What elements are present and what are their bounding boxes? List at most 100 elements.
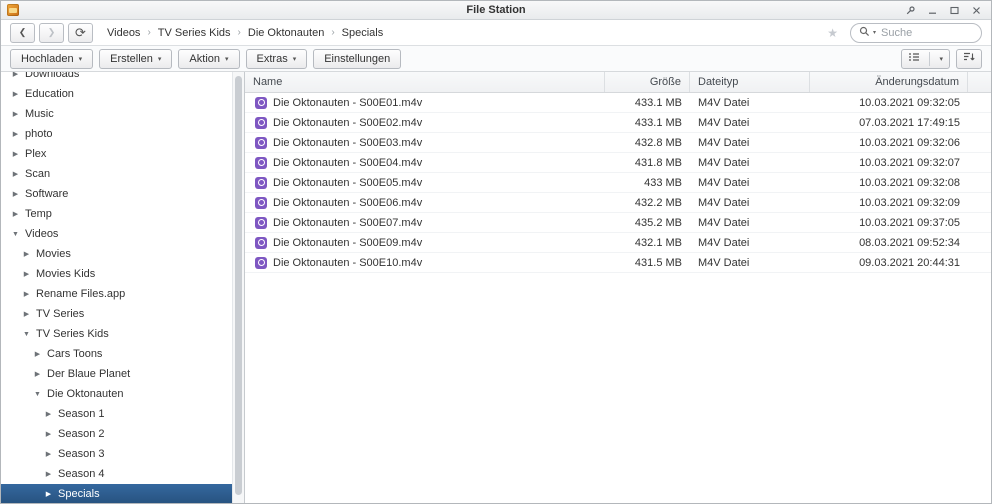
expand-triangle-icon[interactable]: ▶ [11, 211, 20, 218]
file-list: Die Oktonauten - S00E01.m4v 433.1 MB M4V D… [245, 93, 991, 503]
file-size: 433.1 MB [634, 96, 682, 109]
expand-triangle-icon[interactable]: ▶ [33, 371, 42, 378]
view-mode-button[interactable]: ▾ [901, 48, 950, 69]
collapse-triangle-icon[interactable]: ▼ [33, 391, 42, 398]
file-row[interactable]: Die Oktonauten - S00E06.m4v 432.2 MB M4V D… [245, 193, 991, 213]
sidebar-item-die-oktonauten[interactable]: ▼ Die Oktonauten [1, 384, 232, 404]
breadcrumb-item-die-oktonauten[interactable]: Die Oktonauten [248, 27, 324, 39]
expand-triangle-icon[interactable]: ▶ [44, 451, 53, 458]
sidebar-item-specials[interactable]: ▶ Specials [1, 484, 232, 503]
expand-triangle-icon[interactable]: ▶ [44, 431, 53, 438]
aktion-button[interactable]: Aktion ▾ [178, 48, 240, 69]
expand-triangle-icon[interactable]: ▶ [11, 191, 20, 198]
expand-triangle-icon[interactable]: ▶ [11, 72, 20, 78]
sidebar-item-music[interactable]: ▶ Music [1, 104, 232, 124]
search-input[interactable] [879, 25, 973, 40]
file-row[interactable]: Die Oktonauten - S00E10.m4v 431.5 MB M4V D… [245, 253, 991, 273]
einstellungen-button[interactable]: Einstellungen [313, 48, 402, 69]
file-row[interactable]: Die Oktonauten - S00E07.m4v 435.2 MB M4V D… [245, 213, 991, 233]
favorite-star-icon[interactable]: ★ [827, 27, 838, 39]
sidebar-scrollbar-thumb[interactable] [235, 76, 242, 495]
file-name-cell: Die Oktonauten - S00E09.m4v [245, 236, 605, 249]
sidebar-item-cars-toons[interactable]: ▶ Cars Toons [1, 344, 232, 364]
sidebar-scrollbar[interactable] [232, 72, 244, 503]
expand-triangle-icon[interactable]: ▶ [11, 131, 20, 138]
file-row[interactable]: Die Oktonauten - S00E01.m4v 433.1 MB M4V D… [245, 93, 991, 113]
column-header-modified[interactable]: Änderungsdatum [810, 72, 968, 92]
expand-triangle-icon[interactable]: ▶ [11, 171, 20, 178]
file-row[interactable]: Die Oktonauten - S00E09.m4v 432.1 MB M4V D… [245, 233, 991, 253]
collapse-triangle-icon[interactable]: ▼ [11, 231, 20, 238]
expand-triangle-icon[interactable]: ▶ [11, 91, 20, 98]
file-name: Die Oktonauten - S00E07.m4v [273, 216, 423, 229]
expand-triangle-icon[interactable]: ▶ [44, 491, 53, 498]
forward-button[interactable]: ❯ [39, 22, 64, 43]
maximize-icon[interactable] [949, 5, 960, 16]
file-row[interactable]: Die Oktonauten - S00E05.m4v 433 MB M4V Dat… [245, 173, 991, 193]
expand-triangle-icon[interactable]: ▶ [44, 471, 53, 478]
sort-button[interactable] [956, 48, 982, 69]
sidebar-item-label: Specials [58, 488, 100, 500]
expand-triangle-icon[interactable]: ▶ [22, 271, 31, 278]
sidebar-item-season-3[interactable]: ▶ Season 3 [1, 444, 232, 464]
button-label: Einstellungen [324, 52, 391, 65]
hochladen-button[interactable]: Hochladen ▾ [10, 48, 94, 69]
video-file-icon [255, 236, 267, 249]
sidebar-item-movies-kids[interactable]: ▶ Movies Kids [1, 264, 232, 284]
search-box[interactable]: ▾ [850, 22, 982, 43]
sidebar-item-label: Software [25, 188, 69, 200]
sidebar-item-season-4[interactable]: ▶ Season 4 [1, 464, 232, 484]
expand-triangle-icon[interactable]: ▶ [22, 251, 31, 258]
close-icon[interactable] [971, 5, 982, 16]
sidebar-item-movies[interactable]: ▶ Movies [1, 244, 232, 264]
file-name-cell: Die Oktonauten - S00E06.m4v [245, 196, 605, 209]
file-type: M4V Datei [698, 116, 750, 129]
pin-icon[interactable] [905, 5, 916, 16]
sidebar-item-season-1[interactable]: ▶ Season 1 [1, 404, 232, 424]
search-scope-caret-icon[interactable]: ▾ [873, 29, 876, 36]
sidebar-item-education[interactable]: ▶ Education [1, 84, 232, 104]
video-file-icon [255, 116, 267, 129]
sidebar-item-photo[interactable]: ▶ photo [1, 124, 232, 144]
file-name: Die Oktonauten - S00E01.m4v [273, 96, 423, 109]
breadcrumb-separator-icon: › [147, 27, 151, 38]
expand-triangle-icon[interactable]: ▶ [33, 351, 42, 358]
file-type: M4V Datei [698, 96, 750, 109]
back-button[interactable]: ❮ [10, 22, 35, 43]
sidebar-item-software[interactable]: ▶ Software [1, 184, 232, 204]
column-header-filetype[interactable]: Dateityp [690, 72, 810, 92]
sidebar-item-tv-series-kids[interactable]: ▼ TV Series Kids [1, 324, 232, 344]
minimize-icon[interactable] [927, 5, 938, 16]
search-icon[interactable] [859, 26, 870, 40]
breadcrumb-item-videos[interactable]: Videos [107, 27, 140, 39]
sidebar-item-season-2[interactable]: ▶ Season 2 [1, 424, 232, 444]
expand-triangle-icon[interactable]: ▶ [22, 311, 31, 318]
expand-triangle-icon[interactable]: ▶ [44, 411, 53, 418]
column-header-size[interactable]: Größe [605, 72, 690, 92]
file-row[interactable]: Die Oktonauten - S00E02.m4v 433.1 MB M4V D… [245, 113, 991, 133]
sidebar-item-rename-files-app[interactable]: ▶ Rename Files.app [1, 284, 232, 304]
collapse-triangle-icon[interactable]: ▼ [22, 331, 31, 338]
sidebar-item-tv-series[interactable]: ▶ TV Series [1, 304, 232, 324]
column-header-name[interactable]: Name [245, 72, 605, 92]
sidebar-item-videos[interactable]: ▼ Videos [1, 224, 232, 244]
erstellen-button[interactable]: Erstellen ▾ [99, 48, 173, 69]
extras-button[interactable]: Extras ▾ [245, 48, 308, 69]
sidebar-item-der-blaue-planet[interactable]: ▶ Der Blaue Planet [1, 364, 232, 384]
sidebar-item-plex[interactable]: ▶ Plex [1, 144, 232, 164]
toolbar: Hochladen ▾ Erstellen ▾ Aktion ▾ Extras ▾ Einste… [1, 46, 991, 72]
file-row[interactable]: Die Oktonauten - S00E03.m4v 432.8 MB M4V D… [245, 133, 991, 153]
breadcrumb-separator-icon: › [331, 27, 335, 38]
breadcrumb-item-specials[interactable]: Specials [342, 27, 384, 39]
expand-triangle-icon[interactable]: ▶ [11, 151, 20, 158]
file-row[interactable]: Die Oktonauten - S00E04.m4v 431.8 MB M4V D… [245, 153, 991, 173]
expand-triangle-icon[interactable]: ▶ [22, 291, 31, 298]
refresh-button[interactable]: ⟳ [68, 22, 93, 43]
sidebar-item-downloads[interactable]: ▶ Downloads [1, 72, 232, 84]
file-modified-date: 09.03.2021 20:44:31 [859, 256, 960, 269]
expand-triangle-icon[interactable]: ▶ [11, 111, 20, 118]
sidebar-item-scan[interactable]: ▶ Scan [1, 164, 232, 184]
breadcrumb-item-tv-series-kids[interactable]: TV Series Kids [158, 27, 231, 39]
sidebar-item-temp[interactable]: ▶ Temp [1, 204, 232, 224]
file-name: Die Oktonauten - S00E05.m4v [273, 176, 423, 189]
